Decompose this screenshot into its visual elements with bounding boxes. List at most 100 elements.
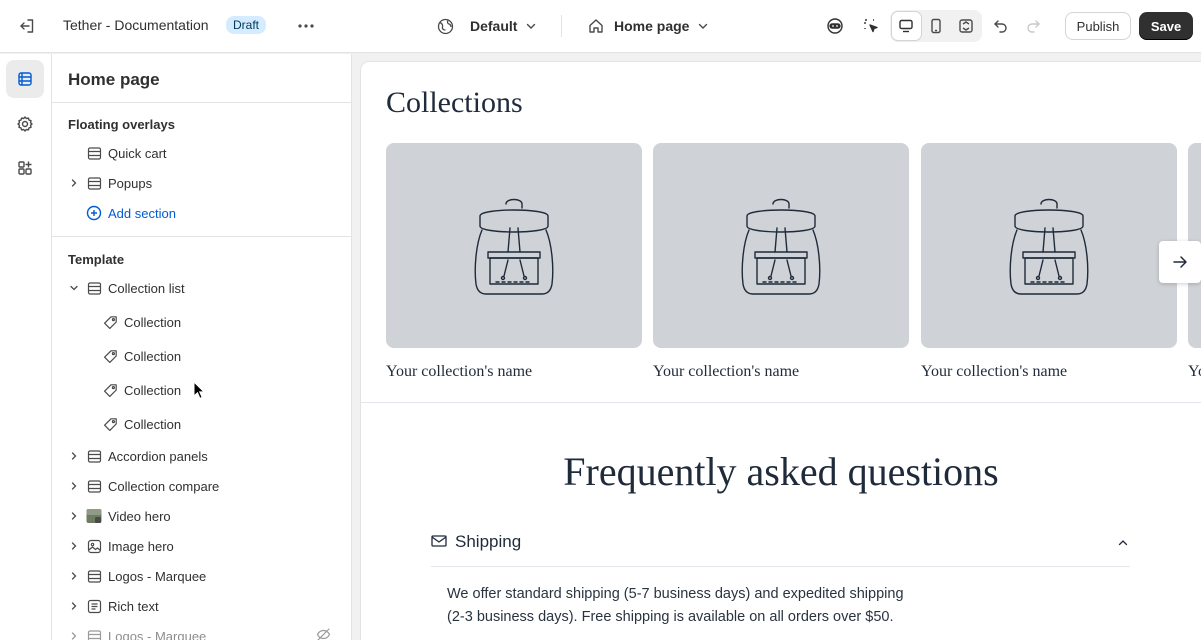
faq-answer: We offer standard shipping (5-7 business… [447,583,987,629]
collection-card[interactable]: Your collection's name [386,143,642,381]
apps-icon [18,161,32,175]
fullscreen-view-icon[interactable] [951,12,980,40]
section-icon [86,478,102,494]
more-actions-icon[interactable] [292,12,320,40]
collection-name: Your collection's name [921,363,1068,380]
faq-question: Shipping [455,532,522,551]
publish-button[interactable]: Publish [1065,12,1131,40]
exit-icon[interactable] [13,12,41,40]
desktop-view-icon[interactable] [892,12,921,40]
sidebar-item-video-hero[interactable]: Video hero [52,502,351,530]
sidebar-item-logos-marquee[interactable]: Logos - Marquee [52,562,351,590]
carousel-next-button[interactable] [1159,241,1201,283]
home-icon [589,19,603,33]
sidebar-item-label: Logos - Marquee [108,628,207,640]
collection-placeholder-image [921,143,1177,348]
collection-name: Your collection's name [386,363,533,380]
chevron-right-icon[interactable] [68,600,80,612]
mobile-view-icon[interactable] [922,12,951,40]
eye-hidden-icon[interactable] [316,627,331,640]
backpack-icon [1009,198,1089,295]
page-select-label: Home page [614,18,690,34]
divider [52,102,351,103]
add-section-button[interactable]: Add section [52,199,351,227]
tag-icon [102,348,118,364]
sidebar-item-label: Image hero [108,538,174,554]
sidebar-item-label: Quick cart [108,145,167,161]
floating-overlays-heading: Floating overlays [68,117,175,132]
collection-placeholder-image [386,143,642,348]
sidebar-item-label: Collection [124,314,182,330]
backpack-icon [474,198,554,295]
tag-icon [102,314,118,330]
sidebar-item-collection-compare[interactable]: Collection compare [52,472,351,500]
text-icon [86,598,102,614]
sidebar-item-rich-text[interactable]: Rich text [52,592,351,620]
settings-tab[interactable] [6,105,44,143]
section-divider [361,402,1201,403]
sidebar-item-collection-block[interactable]: Collection [52,376,351,404]
viewport-switcher [890,10,982,42]
editor-rail [0,54,52,640]
sidebar-item-collection-block[interactable]: Collection [52,342,351,370]
sidebar-item-label: Rich text [108,598,159,614]
undo-icon[interactable] [987,12,1015,40]
sidebar-item-collection-list[interactable]: Collection list [52,274,351,302]
chevron-right-icon[interactable] [68,540,80,552]
chevron-right-icon[interactable] [68,630,80,640]
section-icon [86,628,102,640]
storefront-preview: Collections Your collection's name Your … [361,62,1201,640]
sidebar-item-accordion-panels[interactable]: Accordion panels [52,442,351,470]
inspector-icon[interactable] [857,12,885,40]
chevron-down-icon[interactable] [68,282,80,294]
save-button[interactable]: Save [1139,12,1193,40]
mouse-cursor-icon [193,381,205,399]
chevron-right-icon[interactable] [68,450,80,462]
sections-icon [18,72,32,86]
sidebar-item-collection-block[interactable]: Collection [52,308,351,336]
sidebar-item-label: Collection list [108,280,185,296]
sidebar-item-label: Collection [124,382,182,398]
sidebar-item-label: Popups [108,175,153,191]
sections-tab[interactable] [6,60,44,98]
sidebar-title: Home page [68,70,160,89]
template-heading: Template [68,252,125,267]
sidebar-item-popups[interactable]: Popups [52,169,351,197]
sidebar-item-quick-cart[interactable]: Quick cart [52,139,351,167]
sidebar-item-label: Collection [124,348,182,364]
section-icon [86,568,102,584]
sidebar-item-image-hero[interactable]: Image hero [52,532,351,560]
section-icon [86,145,102,161]
divider [52,236,351,237]
image-icon [86,538,102,554]
sidebar-item-collection-block[interactable]: Collection [52,410,351,438]
theme-select-label: Default [470,18,518,34]
tag-icon [102,382,118,398]
redo-icon[interactable] [1019,12,1047,40]
chevron-up-icon [1118,540,1128,546]
faq-item-shipping[interactable]: Shipping [431,530,1130,567]
sidebar-item-label: Video hero [108,508,171,524]
chevron-right-icon[interactable] [68,570,80,582]
chevron-down-icon [699,23,708,29]
video-thumbnail-icon [86,508,102,524]
chevron-right-icon[interactable] [68,177,80,189]
sections-sidebar: Home page Floating overlays Quick cart P… [52,54,352,640]
editor-topbar: Tether - Documentation Draft Default Hom… [0,0,1201,53]
arrow-right-icon [1173,256,1187,268]
collection-card[interactable]: Your collection's name [921,143,1177,381]
page-selector[interactable]: Home page [588,14,709,38]
faq-answer-line: We offer standard shipping (5-7 business… [447,586,904,602]
sidekick-icon[interactable] [821,12,849,40]
chevron-right-icon[interactable] [68,480,80,492]
chevron-right-icon[interactable] [68,510,80,522]
gear-icon [17,116,33,132]
collection-card[interactable]: Your collection's name [653,143,909,381]
apps-tab[interactable] [6,149,44,187]
sidebar-item-logos-marquee-hidden[interactable]: Logos - Marquee [52,622,351,640]
collection-name: Your collection's name [653,363,800,380]
theme-selector[interactable]: Default [437,14,537,38]
sidebar-item-label: Collection compare [108,478,220,494]
sidebar-item-label: Accordion panels [108,448,208,464]
collection-placeholder-image [653,143,909,348]
